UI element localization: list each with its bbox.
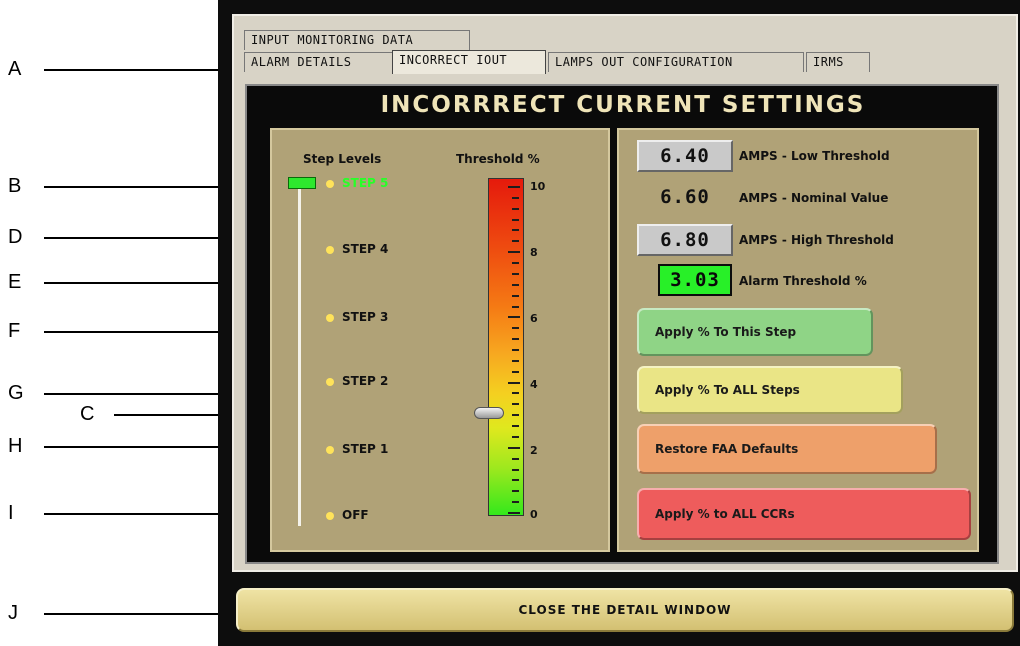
gauge-label-6: 6 <box>530 312 538 325</box>
callout-letter-g: G <box>8 382 24 404</box>
close-detail-window-button[interactable]: CLOSE THE DETAIL WINDOW <box>236 588 1014 632</box>
callout-letter-d: D <box>8 226 23 248</box>
gauge-major-tick <box>508 447 520 449</box>
gauge-major-tick <box>508 512 520 514</box>
gauge-minor-tick <box>512 229 519 231</box>
gauge-minor-tick <box>512 208 519 210</box>
nominal-value-display: 6.60 <box>660 186 710 208</box>
gauge-minor-tick <box>512 458 519 460</box>
tab-alarm-details[interactable]: ALARM DETAILS <box>244 52 396 72</box>
gauge-minor-tick <box>512 360 519 362</box>
tab-incorrect-iout[interactable]: INCORRECT IOUT <box>392 50 546 74</box>
gauge-label-10: 10 <box>530 180 546 193</box>
gauge-minor-tick <box>512 197 519 199</box>
gauge-minor-tick <box>512 425 519 427</box>
gauge-minor-tick <box>512 392 519 394</box>
step-off-dot-icon <box>326 512 334 520</box>
step-levels-header: Step Levels <box>303 152 382 166</box>
gauge-minor-tick <box>512 371 519 373</box>
gauge-minor-tick <box>512 414 519 416</box>
restore-faa-defaults-button[interactable]: Restore FAA Defaults <box>637 424 937 474</box>
step-5-label[interactable]: STEP 5 <box>342 176 388 190</box>
apply-to-all-ccrs-button[interactable]: Apply % to ALL CCRs <box>637 488 971 540</box>
gauge-minor-tick <box>512 490 519 492</box>
callout-letter-j: J <box>8 602 18 624</box>
gauge-label-4: 4 <box>530 378 538 391</box>
alarm-threshold-label: Alarm Threshold % <box>739 274 867 288</box>
gauge-minor-tick <box>512 501 519 503</box>
nominal-value-label: AMPS - Nominal Value <box>739 191 889 205</box>
callout-letter-f: F <box>8 320 21 342</box>
gauge-major-tick <box>508 186 520 188</box>
callout-letter-a: A <box>8 58 22 80</box>
tab-lamps-out-configuration[interactable]: LAMPS OUT CONFIGURATION <box>548 52 804 72</box>
callout-letter-c: C <box>80 403 95 425</box>
callout-letter-i: I <box>8 502 14 524</box>
gauge-major-tick <box>508 382 520 384</box>
gauge-minor-tick <box>512 479 519 481</box>
gauge-minor-tick <box>512 403 519 405</box>
high-threshold-label: AMPS - High Threshold <box>739 233 894 247</box>
step-1-dot-icon <box>326 446 334 454</box>
panel-title: INCORRRECT CURRENT SETTINGS <box>380 92 866 118</box>
threshold-slider-knob[interactable] <box>474 407 504 419</box>
apply-to-all-steps-button[interactable]: Apply % To ALL Steps <box>637 366 903 414</box>
threshold-header: Threshold % <box>456 152 540 166</box>
gauge-major-tick <box>508 316 520 318</box>
tab-irms[interactable]: IRMS <box>806 52 870 72</box>
callout-letter-b: B <box>8 175 22 197</box>
gauge-label-8: 8 <box>530 246 538 259</box>
step-slider-track[interactable] <box>298 186 301 526</box>
step-4-label[interactable]: STEP 4 <box>342 242 388 256</box>
step-off-label[interactable]: OFF <box>342 508 369 522</box>
step-2-dot-icon <box>326 378 334 386</box>
step-levels-panel <box>270 128 610 552</box>
gauge-minor-tick <box>512 262 519 264</box>
step-1-label[interactable]: STEP 1 <box>342 442 388 456</box>
gauge-major-tick <box>508 251 520 253</box>
step-slider-marker[interactable] <box>288 177 316 189</box>
step-5-dot-icon <box>326 180 334 188</box>
gauge-minor-tick <box>512 284 519 286</box>
gauge-minor-tick <box>512 273 519 275</box>
callout-letter-h: H <box>8 435 23 457</box>
gauge-label-0: 0 <box>530 508 538 521</box>
gauge-label-2: 2 <box>530 444 538 457</box>
gauge-minor-tick <box>512 436 519 438</box>
step-3-label[interactable]: STEP 3 <box>342 310 388 324</box>
alarm-threshold-display[interactable]: 3.03 <box>658 264 732 296</box>
gauge-minor-tick <box>512 240 519 242</box>
gauge-minor-tick <box>512 219 519 221</box>
gauge-minor-tick <box>512 295 519 297</box>
low-threshold-display: 6.40 <box>637 140 733 172</box>
low-threshold-label: AMPS - Low Threshold <box>739 149 890 163</box>
high-threshold-display: 6.80 <box>637 224 733 256</box>
gauge-minor-tick <box>512 338 519 340</box>
step-3-dot-icon <box>326 314 334 322</box>
gauge-minor-tick <box>512 306 519 308</box>
step-2-label[interactable]: STEP 2 <box>342 374 388 388</box>
callout-letter-e: E <box>8 271 22 293</box>
apply-to-this-step-button[interactable]: Apply % To This Step <box>637 308 873 356</box>
step-4-dot-icon <box>326 246 334 254</box>
tab-input-monitoring-data[interactable]: INPUT MONITORING DATA <box>244 30 470 50</box>
gauge-minor-tick <box>512 469 519 471</box>
gauge-minor-tick <box>512 349 519 351</box>
gauge-minor-tick <box>512 327 519 329</box>
